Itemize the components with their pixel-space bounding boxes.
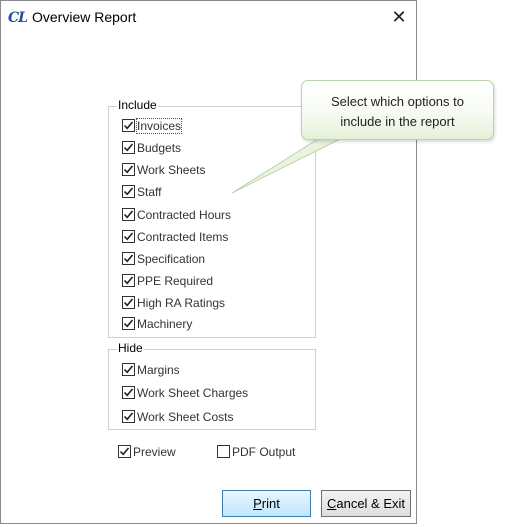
tooltip-line-2: include in the report: [340, 114, 455, 129]
tooltip-line-1: Select which options to: [331, 94, 464, 109]
help-tooltip: Select which options to include in the r…: [301, 80, 494, 140]
